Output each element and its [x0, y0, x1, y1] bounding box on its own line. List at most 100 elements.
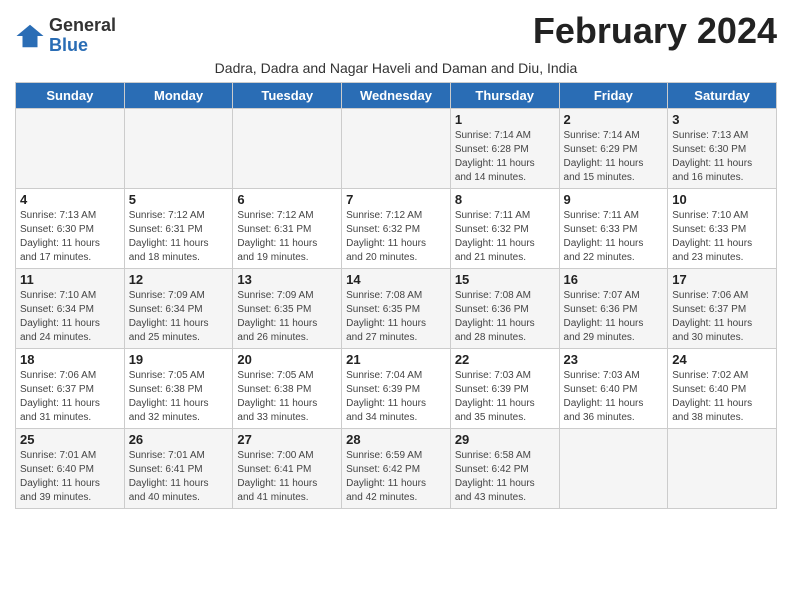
day-number: 29 — [455, 432, 555, 447]
calendar-cell: 10 Sunrise: 7:10 AMSunset: 6:33 PMDayligh… — [668, 188, 777, 268]
day-info: Sunrise: 7:11 AMSunset: 6:32 PMDaylight:… — [455, 209, 555, 265]
day-of-week-header: Thursday — [450, 82, 559, 108]
day-of-week-header: Sunday — [16, 82, 125, 108]
calendar-cell: 4 Sunrise: 7:13 AMSunset: 6:30 PMDaylight… — [16, 188, 125, 268]
day-number: 21 — [346, 352, 446, 367]
day-info: Sunrise: 7:06 AMSunset: 6:37 PMDaylight:… — [672, 289, 772, 345]
day-number: 11 — [20, 272, 120, 287]
day-of-week-header: Friday — [559, 82, 668, 108]
day-info: Sunrise: 7:00 AMSunset: 6:41 PMDaylight:… — [237, 449, 337, 505]
logo: General Blue — [15, 16, 116, 56]
calendar-cell: 17 Sunrise: 7:06 AMSunset: 6:37 PMDayligh… — [668, 268, 777, 348]
day-of-week-header: Saturday — [668, 82, 777, 108]
day-number: 13 — [237, 272, 337, 287]
calendar-subtitle: Dadra, Dadra and Nagar Haveli and Daman … — [15, 60, 777, 76]
calendar-cell — [124, 108, 233, 188]
day-info: Sunrise: 6:58 AMSunset: 6:42 PMDaylight:… — [455, 449, 555, 505]
calendar-title: February 2024 — [533, 10, 777, 52]
logo-blue-text: Blue — [49, 36, 116, 56]
day-info: Sunrise: 7:14 AMSunset: 6:28 PMDaylight:… — [455, 129, 555, 185]
day-number: 5 — [129, 192, 229, 207]
calendar-body: 1 Sunrise: 7:14 AMSunset: 6:28 PMDaylight… — [16, 108, 777, 508]
calendar-cell: 28 Sunrise: 6:59 AMSunset: 6:42 PMDayligh… — [342, 428, 451, 508]
day-info: Sunrise: 7:12 AMSunset: 6:31 PMDaylight:… — [129, 209, 229, 265]
day-number: 4 — [20, 192, 120, 207]
calendar-cell: 27Sunrise: 7:00 AMSunset: 6:41 PMDayligh… — [233, 428, 342, 508]
calendar-cell: 19 Sunrise: 7:05 AMSunset: 6:38 PMDayligh… — [124, 348, 233, 428]
calendar-cell: 16 Sunrise: 7:07 AMSunset: 6:36 PMDayligh… — [559, 268, 668, 348]
day-number: 28 — [346, 432, 446, 447]
calendar-cell: 20 Sunrise: 7:05 AMSunset: 6:38 PMDayligh… — [233, 348, 342, 428]
calendar-cell: 24 Sunrise: 7:02 AMSunset: 6:40 PMDayligh… — [668, 348, 777, 428]
calendar-cell: 26Sunrise: 7:01 AMSunset: 6:41 PMDayligh… — [124, 428, 233, 508]
day-number: 3 — [672, 112, 772, 127]
day-number: 1 — [455, 112, 555, 127]
calendar-cell: 5 Sunrise: 7:12 AMSunset: 6:31 PMDaylight… — [124, 188, 233, 268]
calendar-week-row: 11 Sunrise: 7:10 AMSunset: 6:34 PMDayligh… — [16, 268, 777, 348]
day-info: Sunrise: 7:10 AMSunset: 6:34 PMDaylight:… — [20, 289, 120, 345]
calendar-header-row: SundayMondayTuesdayWednesdayThursdayFrid… — [16, 82, 777, 108]
calendar-cell: 7 Sunrise: 7:12 AMSunset: 6:32 PMDaylight… — [342, 188, 451, 268]
day-info: Sunrise: 7:13 AMSunset: 6:30 PMDaylight:… — [672, 129, 772, 185]
day-number: 10 — [672, 192, 772, 207]
calendar-week-row: 18 Sunrise: 7:06 AMSunset: 6:37 PMDayligh… — [16, 348, 777, 428]
day-info: Sunrise: 7:14 AMSunset: 6:29 PMDaylight:… — [564, 129, 664, 185]
day-number: 22 — [455, 352, 555, 367]
day-info: Sunrise: 7:05 AMSunset: 6:38 PMDaylight:… — [129, 369, 229, 425]
day-number: 23 — [564, 352, 664, 367]
day-info: Sunrise: 7:08 AMSunset: 6:36 PMDaylight:… — [455, 289, 555, 345]
day-info: Sunrise: 7:12 AMSunset: 6:32 PMDaylight:… — [346, 209, 446, 265]
day-number: 9 — [564, 192, 664, 207]
day-info: Sunrise: 7:10 AMSunset: 6:33 PMDaylight:… — [672, 209, 772, 265]
day-info: Sunrise: 6:59 AMSunset: 6:42 PMDaylight:… — [346, 449, 446, 505]
calendar-table: SundayMondayTuesdayWednesdayThursdayFrid… — [15, 82, 777, 509]
calendar-cell: 23 Sunrise: 7:03 AMSunset: 6:40 PMDayligh… — [559, 348, 668, 428]
day-info: Sunrise: 7:09 AMSunset: 6:35 PMDaylight:… — [237, 289, 337, 345]
day-number: 25 — [20, 432, 120, 447]
day-info: Sunrise: 7:04 AMSunset: 6:39 PMDaylight:… — [346, 369, 446, 425]
calendar-cell — [559, 428, 668, 508]
calendar-cell: 14Sunrise: 7:08 AMSunset: 6:35 PMDayligh… — [342, 268, 451, 348]
day-info: Sunrise: 7:08 AMSunset: 6:35 PMDaylight:… — [346, 289, 446, 345]
day-info: Sunrise: 7:13 AMSunset: 6:30 PMDaylight:… — [20, 209, 120, 265]
day-number: 7 — [346, 192, 446, 207]
day-number: 12 — [129, 272, 229, 287]
day-info: Sunrise: 7:05 AMSunset: 6:38 PMDaylight:… — [237, 369, 337, 425]
day-info: Sunrise: 7:01 AMSunset: 6:40 PMDaylight:… — [20, 449, 120, 505]
calendar-cell: 13 Sunrise: 7:09 AMSunset: 6:35 PMDayligh… — [233, 268, 342, 348]
day-number: 18 — [20, 352, 120, 367]
day-number: 16 — [564, 272, 664, 287]
day-info: Sunrise: 7:02 AMSunset: 6:40 PMDaylight:… — [672, 369, 772, 425]
calendar-cell: 12Sunrise: 7:09 AMSunset: 6:34 PMDayligh… — [124, 268, 233, 348]
day-number: 26 — [129, 432, 229, 447]
day-of-week-header: Monday — [124, 82, 233, 108]
day-number: 19 — [129, 352, 229, 367]
day-of-week-header: Tuesday — [233, 82, 342, 108]
calendar-cell: 18 Sunrise: 7:06 AMSunset: 6:37 PMDayligh… — [16, 348, 125, 428]
day-number: 2 — [564, 112, 664, 127]
day-info: Sunrise: 7:12 AMSunset: 6:31 PMDaylight:… — [237, 209, 337, 265]
day-number: 20 — [237, 352, 337, 367]
day-info: Sunrise: 7:11 AMSunset: 6:33 PMDaylight:… — [564, 209, 664, 265]
day-number: 15 — [455, 272, 555, 287]
calendar-cell: 6 Sunrise: 7:12 AMSunset: 6:31 PMDaylight… — [233, 188, 342, 268]
day-info: Sunrise: 7:07 AMSunset: 6:36 PMDaylight:… — [564, 289, 664, 345]
day-info: Sunrise: 7:03 AMSunset: 6:39 PMDaylight:… — [455, 369, 555, 425]
calendar-cell: 25 Sunrise: 7:01 AMSunset: 6:40 PMDayligh… — [16, 428, 125, 508]
calendar-week-row: 4 Sunrise: 7:13 AMSunset: 6:30 PMDaylight… — [16, 188, 777, 268]
day-number: 8 — [455, 192, 555, 207]
day-info: Sunrise: 7:03 AMSunset: 6:40 PMDaylight:… — [564, 369, 664, 425]
calendar-cell — [342, 108, 451, 188]
day-info: Sunrise: 7:06 AMSunset: 6:37 PMDaylight:… — [20, 369, 120, 425]
calendar-cell: 9 Sunrise: 7:11 AMSunset: 6:33 PMDaylight… — [559, 188, 668, 268]
calendar-cell: 11 Sunrise: 7:10 AMSunset: 6:34 PMDayligh… — [16, 268, 125, 348]
day-number: 17 — [672, 272, 772, 287]
calendar-cell: 8 Sunrise: 7:11 AMSunset: 6:32 PMDaylight… — [450, 188, 559, 268]
calendar-cell — [668, 428, 777, 508]
calendar-cell: 21 Sunrise: 7:04 AMSunset: 6:39 PMDayligh… — [342, 348, 451, 428]
day-number: 24 — [672, 352, 772, 367]
calendar-cell: 3 Sunrise: 7:13 AMSunset: 6:30 PMDaylight… — [668, 108, 777, 188]
logo-icon — [15, 21, 45, 51]
day-number: 6 — [237, 192, 337, 207]
day-of-week-header: Wednesday — [342, 82, 451, 108]
